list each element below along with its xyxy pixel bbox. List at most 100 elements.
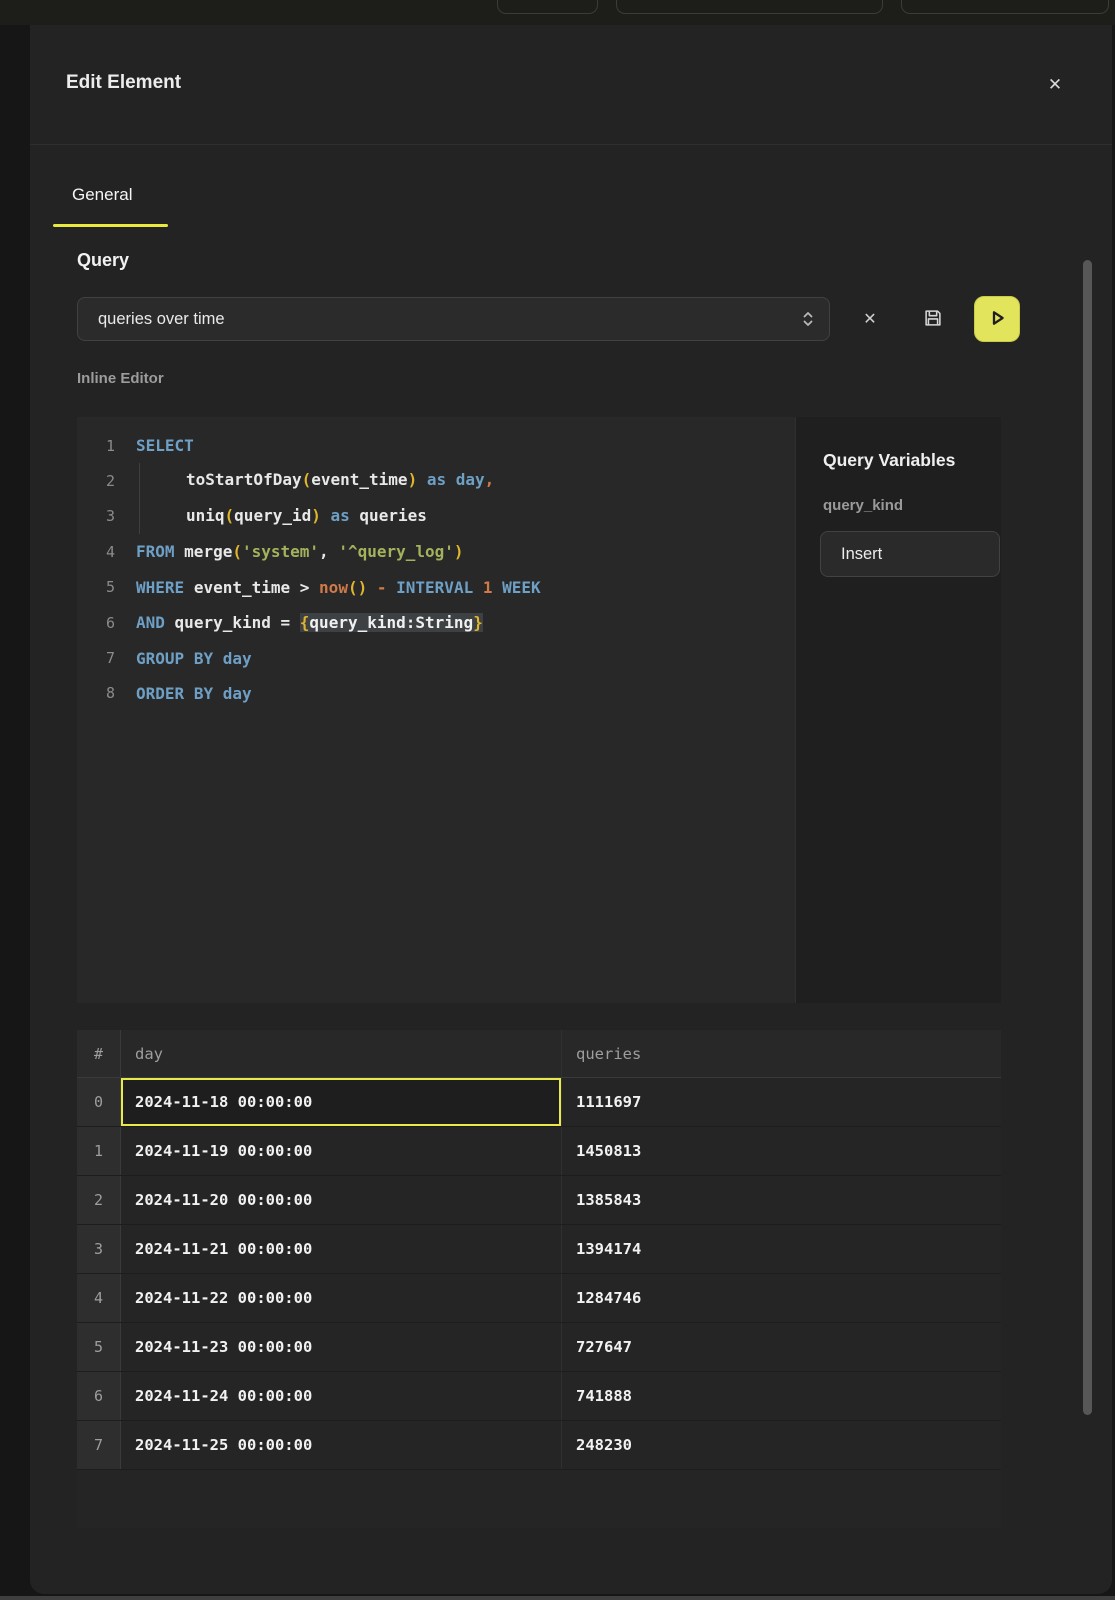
code-token: ORDER <box>136 684 184 703</box>
row-index: 1 <box>77 1127 121 1175</box>
code-line-7: 7GROUP BY day <box>77 640 795 675</box>
code-token: '^query_log' <box>338 542 454 561</box>
cell-day[interactable]: 2024-11-20 00:00:00 <box>121 1176 562 1224</box>
code-token <box>213 684 223 703</box>
code-token: day <box>223 649 252 668</box>
code-token: ( <box>225 506 235 525</box>
edit-element-modal: Edit Element ✕ General Query queries ove… <box>30 25 1112 1594</box>
code-token: - <box>377 578 387 597</box>
code-token <box>184 684 194 703</box>
header-divider <box>30 144 1112 145</box>
selected-cell[interactable]: 2024-11-18 00:00:00 <box>121 1078 562 1126</box>
line-number: 4 <box>77 543 115 561</box>
code-token <box>175 542 185 561</box>
clear-query-button[interactable]: ✕ <box>850 296 890 342</box>
vertical-scrollbar[interactable] <box>1083 260 1092 1415</box>
code-token: ( <box>302 471 312 490</box>
code-token: uniq <box>186 506 225 525</box>
code-token: 'system' <box>242 542 319 561</box>
table-row: 42024-11-22 00:00:001284746 <box>77 1274 1001 1323</box>
code-token <box>321 506 331 525</box>
sql-editor[interactable]: 1SELECT2toStartOfDay(event_time) as day,… <box>77 417 795 1003</box>
query-variables-panel: Query Variables query_kind Insert <box>795 417 1001 1003</box>
code-text: uniq(query_id) as queries <box>136 499 427 534</box>
chevron-updown-icon <box>801 309 815 329</box>
code-line-2: 2toStartOfDay(event_time) as day, <box>77 463 795 498</box>
row-index: 6 <box>77 1372 121 1420</box>
code-token: BY <box>194 649 213 668</box>
line-number: 3 <box>77 507 115 525</box>
cell-day[interactable]: 2024-11-23 00:00:00 <box>121 1323 562 1371</box>
code-line-5: 5WHERE event_time > now() - INTERVAL 1 W… <box>77 570 795 605</box>
code-token <box>165 613 175 632</box>
header-day[interactable]: day <box>121 1030 562 1077</box>
code-token: query_id <box>234 506 311 525</box>
code-token: query_kind <box>175 613 271 632</box>
code-text: FROM merge('system', '^query_log') <box>136 542 464 561</box>
insert-variable-button[interactable]: Insert <box>820 531 1000 577</box>
code-line-6: 6AND query_kind = {query_kind:String} <box>77 605 795 640</box>
cell-queries[interactable]: 1385843 <box>562 1176 1001 1224</box>
code-token: WHERE <box>136 578 184 597</box>
table-row: 22024-11-20 00:00:001385843 <box>77 1176 1001 1225</box>
inline-editor: 1SELECT2toStartOfDay(event_time) as day,… <box>77 417 1001 1003</box>
run-query-button[interactable] <box>974 296 1020 342</box>
cell-day[interactable]: 2024-11-21 00:00:00 <box>121 1225 562 1273</box>
table-row: 12024-11-19 00:00:001450813 <box>77 1127 1001 1176</box>
close-icon[interactable]: ✕ <box>1040 70 1070 100</box>
line-number: 7 <box>77 649 115 667</box>
code-token <box>446 471 456 490</box>
query-variables-title: Query Variables <box>823 450 1001 471</box>
save-button[interactable] <box>913 296 953 342</box>
cell-day[interactable]: 2024-11-19 00:00:00 <box>121 1127 562 1175</box>
code-token: BY <box>194 684 213 703</box>
row-index: 5 <box>77 1323 121 1371</box>
code-token: WEEK <box>502 578 541 597</box>
code-token: AND <box>136 613 165 632</box>
code-token <box>350 506 360 525</box>
cell-queries[interactable]: 727647 <box>562 1323 1001 1371</box>
header-queries[interactable]: queries <box>562 1030 1001 1077</box>
code-token: FROM <box>136 542 175 561</box>
indent-guide <box>139 463 186 498</box>
code-token: ) <box>311 506 321 525</box>
code-text: AND query_kind = {query_kind:String} <box>136 613 483 632</box>
code-token: { <box>300 613 310 632</box>
row-index: 2 <box>77 1176 121 1224</box>
table-row: 62024-11-24 00:00:00741888 <box>77 1372 1001 1421</box>
code-token: day <box>456 471 485 490</box>
query-variable-name: query_kind <box>823 497 1001 514</box>
code-token: } <box>473 613 483 632</box>
row-index: 3 <box>77 1225 121 1273</box>
code-token <box>492 578 502 597</box>
row-index: 4 <box>77 1274 121 1322</box>
table-row: 72024-11-25 00:00:00248230 <box>77 1421 1001 1470</box>
code-line-3: 3 uniq(query_id) as queries <box>77 499 795 534</box>
code-text: ORDER BY day <box>136 684 252 703</box>
code-token: day <box>223 684 252 703</box>
cell-day[interactable]: 2024-11-22 00:00:00 <box>121 1274 562 1322</box>
code-token: , <box>485 471 495 490</box>
code-text: toStartOfDay(event_time) as day, <box>136 463 494 498</box>
code-token <box>387 578 397 597</box>
code-token: event_time <box>194 578 290 597</box>
cell-day[interactable]: 2024-11-24 00:00:00 <box>121 1372 562 1420</box>
tab-general[interactable]: General <box>53 175 151 215</box>
cell-queries[interactable]: 1394174 <box>562 1225 1001 1273</box>
cell-queries[interactable]: 248230 <box>562 1421 1001 1469</box>
cell-queries[interactable]: 1111697 <box>562 1078 1001 1126</box>
code-token <box>417 471 427 490</box>
code-token: now <box>319 578 348 597</box>
code-token: , <box>319 542 338 561</box>
code-text: SELECT <box>136 436 194 455</box>
cell-queries[interactable]: 1284746 <box>562 1274 1001 1322</box>
cell-day[interactable]: 2024-11-25 00:00:00 <box>121 1421 562 1469</box>
code-token: merge <box>184 542 232 561</box>
cell-queries[interactable]: 741888 <box>562 1372 1001 1420</box>
code-token: as <box>427 471 446 490</box>
code-token: queries <box>359 506 426 525</box>
query-select[interactable]: queries over time <box>77 297 830 341</box>
cell-queries[interactable]: 1450813 <box>562 1127 1001 1175</box>
header-index[interactable]: # <box>77 1030 121 1077</box>
page-title: Edit Element <box>66 72 181 94</box>
